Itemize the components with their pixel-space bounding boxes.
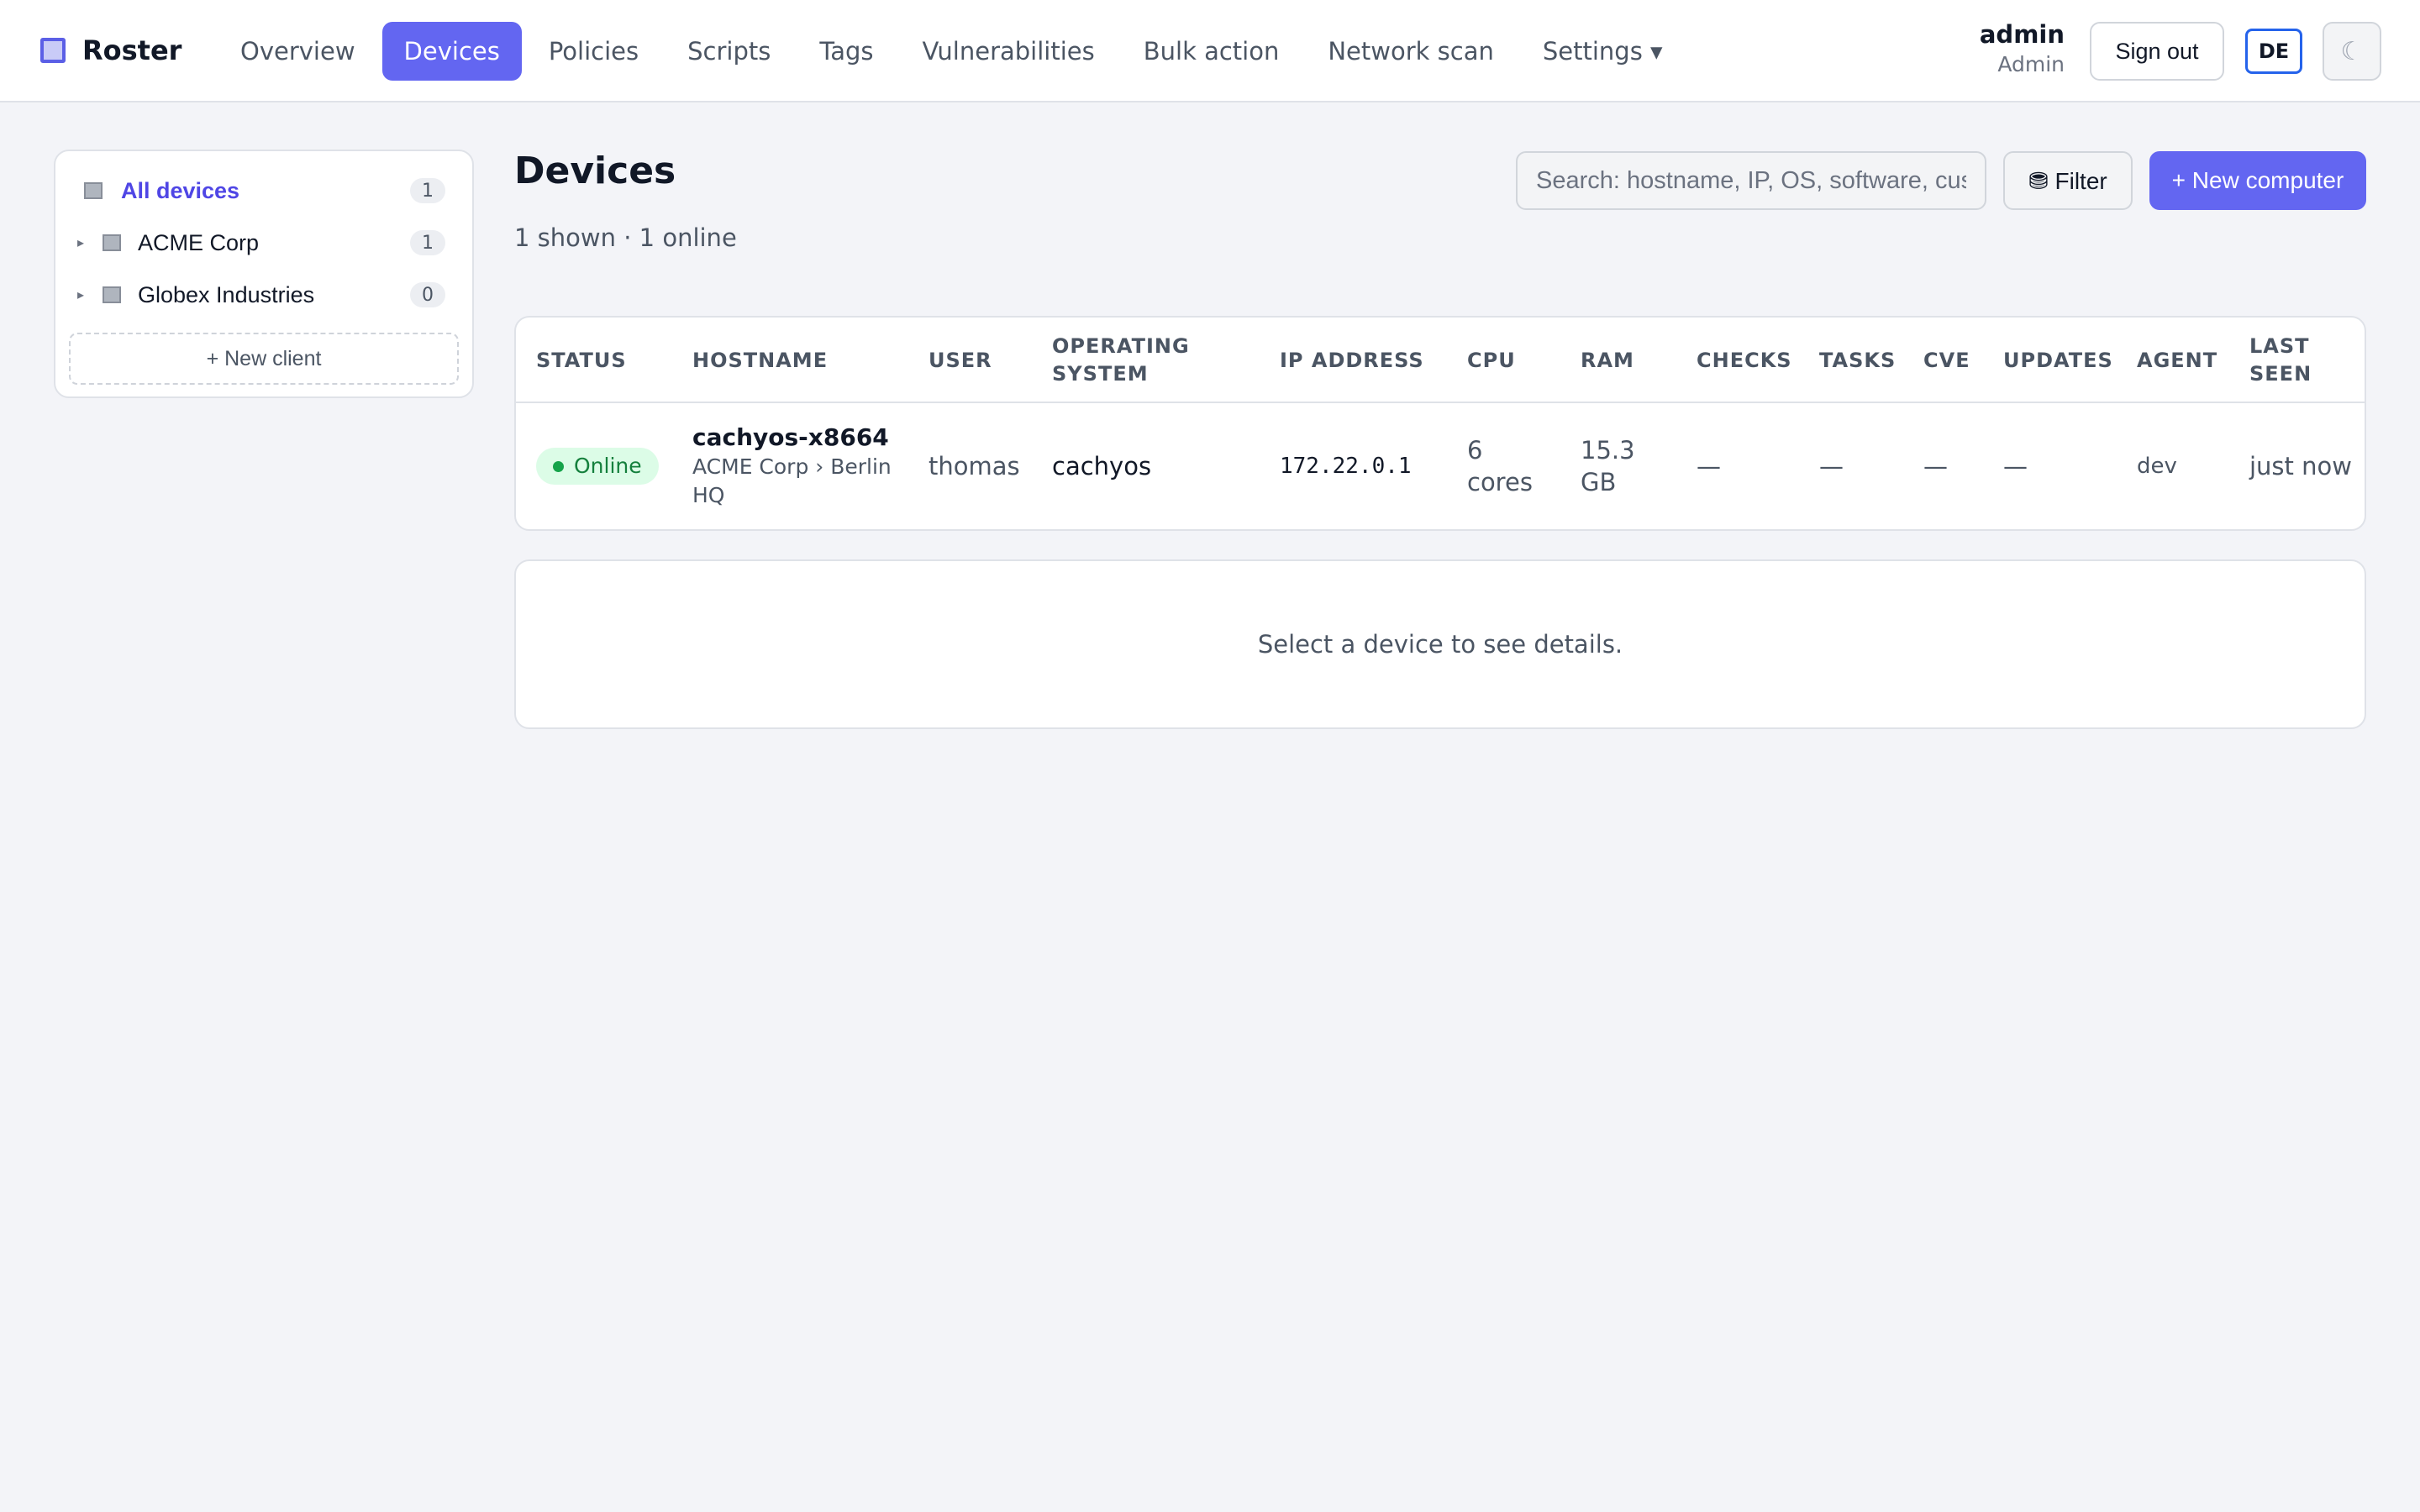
column-header-updates[interactable]: UPDATES bbox=[2003, 318, 2113, 403]
folder-icon bbox=[103, 234, 121, 251]
search-input[interactable] bbox=[1516, 151, 1986, 210]
count-badge: 1 bbox=[410, 178, 445, 203]
brand[interactable]: Roster bbox=[40, 30, 182, 71]
user-name: admin bbox=[1979, 20, 2065, 49]
hostname[interactable]: cachyos-x8664 bbox=[692, 423, 911, 453]
column-header-user[interactable]: USER bbox=[929, 318, 992, 403]
column-header-tasks[interactable]: TASKS bbox=[1819, 318, 1896, 403]
caret-right-icon[interactable]: ▸ bbox=[77, 234, 103, 251]
updates-cell: — bbox=[2003, 452, 2028, 480]
caret-right-icon[interactable]: ▸ bbox=[77, 286, 103, 303]
folder-icon bbox=[84, 182, 103, 199]
column-header-last-seen[interactable]: LAST SEEN bbox=[2249, 318, 2325, 403]
ip-address-cell: 172.22.0.1 bbox=[1280, 454, 1412, 479]
square-app-icon bbox=[40, 38, 66, 63]
nav-item-scripts[interactable]: Scripts bbox=[666, 22, 792, 81]
language-toggle-button[interactable]: DE bbox=[2245, 29, 2302, 74]
column-header-cpu[interactable]: CPU bbox=[1467, 318, 1516, 403]
column-header-agent[interactable]: AGENT bbox=[2137, 318, 2217, 403]
last-seen-cell: just now bbox=[2249, 452, 2352, 480]
moon-icon[interactable]: ☾ bbox=[2323, 22, 2381, 81]
sidebar-item-globex-industries[interactable]: ▸ Globex Industries 0 bbox=[69, 269, 459, 321]
sidebar-item-all-devices[interactable]: All devices 1 bbox=[69, 165, 459, 217]
cve-cell: — bbox=[1923, 452, 1948, 480]
column-header-checks[interactable]: CHECKS bbox=[1697, 318, 1792, 403]
user-cell: thomas bbox=[929, 452, 1020, 480]
sidebar-item-acme-corp[interactable]: ▸ ACME Corp 1 bbox=[69, 217, 459, 269]
count-badge: 1 bbox=[410, 230, 445, 255]
column-header-ram[interactable]: RAM bbox=[1581, 318, 1634, 403]
user-info: admin Admin bbox=[1980, 18, 2065, 79]
column-header-cve[interactable]: CVE bbox=[1923, 318, 1970, 403]
nav-item-overview[interactable]: Overview bbox=[218, 22, 377, 81]
os-cell: cachyos bbox=[1052, 452, 1152, 480]
ram-cell: 15.3 GB bbox=[1581, 436, 1635, 496]
new-client-button[interactable]: + New client bbox=[69, 333, 459, 385]
agent-cell: dev bbox=[2137, 454, 2177, 479]
nav-item-tags[interactable]: Tags bbox=[797, 22, 895, 81]
nav-item-policies[interactable]: Policies bbox=[527, 22, 660, 81]
nav-item-vulnerabilities[interactable]: Vulnerabilities bbox=[901, 22, 1117, 81]
tasks-cell: — bbox=[1819, 452, 1844, 480]
page-title: Devices bbox=[514, 150, 676, 192]
column-header-status[interactable]: STATUS bbox=[536, 318, 627, 403]
nav-item-network-scan[interactable]: Network scan bbox=[1306, 22, 1516, 81]
status-badge: Online bbox=[536, 448, 659, 485]
sidebar-item-label: ACME Corp bbox=[138, 229, 260, 255]
nav-item-devices[interactable]: Devices bbox=[381, 22, 522, 81]
status-cell: Online bbox=[536, 403, 659, 529]
client-tree-sidebar: All devices 1 ▸ ACME Corp 1 ▸ Globex Ind… bbox=[54, 150, 474, 398]
top-navigation-bar: Roster Overview Devices Policies Scripts… bbox=[0, 0, 2420, 102]
devices-table: STATUS HOSTNAME USER OPERATING SYSTEM IP… bbox=[514, 316, 2366, 531]
device-count-summary: 1 shown · 1 online bbox=[514, 223, 737, 252]
column-header-operating-system[interactable]: OPERATING SYSTEM bbox=[1052, 318, 1189, 403]
nav-item-settings[interactable]: Settings ▾ bbox=[1521, 22, 1685, 81]
folder-icon bbox=[103, 286, 121, 303]
app-name: Roster bbox=[82, 34, 182, 66]
device-detail-panel: Select a device to see details. bbox=[514, 559, 2366, 729]
nav-item-bulk-action[interactable]: Bulk action bbox=[1122, 22, 1302, 81]
online-dot-icon bbox=[553, 460, 564, 472]
sidebar-item-label: All devices bbox=[121, 177, 240, 203]
hostname-cell: cachyos-x8664 ACME Corp › Berlin HQ bbox=[692, 403, 911, 529]
detail-empty-text: Select a device to see details. bbox=[1257, 630, 1623, 659]
main-nav: Overview Devices Policies Scripts Tags V… bbox=[218, 22, 1685, 81]
sidebar-item-label: Globex Industries bbox=[138, 281, 315, 307]
client-location: ACME Corp › Berlin HQ bbox=[692, 454, 892, 507]
cpu-cell: 6 cores bbox=[1467, 436, 1533, 496]
status-label: Online bbox=[574, 454, 642, 478]
new-computer-button[interactable]: + New computer bbox=[2149, 151, 2366, 210]
filter-button[interactable]: ⛃ Filter bbox=[2003, 151, 2133, 210]
user-role: Admin bbox=[1997, 52, 2065, 76]
table-header: STATUS HOSTNAME USER OPERATING SYSTEM IP… bbox=[516, 318, 2365, 403]
column-header-hostname[interactable]: HOSTNAME bbox=[692, 318, 828, 403]
column-header-ip-address[interactable]: IP ADDRESS bbox=[1280, 318, 1424, 403]
count-badge: 0 bbox=[410, 282, 445, 307]
table-row[interactable]: Online cachyos-x8664 ACME Corp › Berlin … bbox=[516, 403, 2365, 529]
sign-out-button[interactable]: Sign out bbox=[2090, 22, 2224, 81]
checks-cell: — bbox=[1697, 452, 1721, 480]
